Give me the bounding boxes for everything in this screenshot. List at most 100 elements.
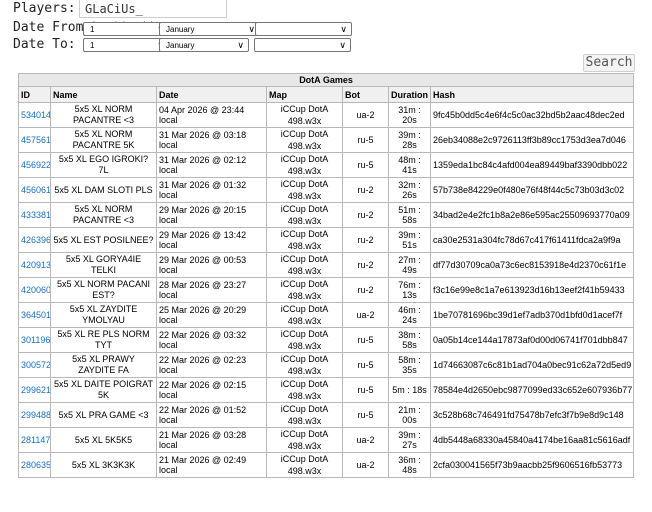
game-hash: 4db5448a68330a45840a4174be16aa81c5616adf (429, 427, 635, 453)
game-hash: 2cfa030041565f73b9aacbb25f9606516fb53773 (429, 452, 635, 478)
game-id-link[interactable]: 364501 (18, 302, 51, 328)
game-map: iCCup DotA 498.w3x (266, 177, 343, 203)
date-to-month-select[interactable]: January ∨ (159, 38, 249, 52)
game-duration: 39m : 28s (388, 127, 431, 153)
game-id-link[interactable]: 301196 (18, 327, 51, 353)
date-from-day-select[interactable]: 1 ∨ (83, 22, 169, 36)
game-id-link[interactable]: 299488 (18, 402, 51, 428)
game-map: iCCup DotA 498.w3x (266, 427, 343, 453)
game-date: 22 Mar 2026 @ 03:32 local (156, 327, 267, 353)
date-to-day-select[interactable]: 1 ∨ (83, 38, 169, 52)
game-id-link[interactable]: 420060 (18, 277, 51, 303)
game-map: iCCup DotA 498.w3x (266, 227, 343, 253)
game-hash: f3c16e99e8c1a7e613923d16b13eef2f41b59433 (429, 277, 635, 303)
table-row: 457561 5x5 XL NORM PACANTRE 5K 31 Mar 2026… (18, 127, 635, 153)
game-map: iCCup DotA 498.w3x (266, 277, 343, 303)
game-date: 25 Mar 2026 @ 20:29 local (156, 302, 267, 328)
game-bot: ru-5 (342, 377, 389, 403)
column-header-duration: Duration (388, 86, 431, 103)
game-map: iCCup DotA 498.w3x (266, 152, 343, 178)
game-name: 5x5 XL NORM PACANTRE <3 (50, 102, 157, 128)
game-date: 29 Mar 2026 @ 13:42 local (156, 227, 267, 253)
game-id-link[interactable]: 456061 (18, 177, 51, 203)
game-id-link[interactable]: 457561 (18, 127, 51, 153)
game-bot: ru-2 (342, 177, 389, 203)
game-bot: ru-2 (342, 277, 389, 303)
game-name: 5x5 XL EGO IGROKI? 7L (50, 152, 157, 178)
table-row: 420060 5x5 XL NORM PACANI EST? 28 Mar 2026… (18, 277, 635, 303)
date-from-label: Date From: (13, 20, 92, 35)
game-bot: ua-2 (342, 452, 389, 478)
game-bot: ru-5 (342, 152, 389, 178)
chevron-down-icon: ∨ (248, 24, 255, 34)
column-header-id: ID (18, 86, 51, 103)
date-from-month-value: January (166, 25, 195, 34)
date-to-label: Date To: (13, 37, 76, 52)
game-hash: 78584e4d2650ebc9877099ed33c652e607936b77 (429, 377, 635, 403)
date-from-year-select[interactable]: ∨ (255, 22, 352, 36)
game-date: 31 Mar 2026 @ 01:32 local (156, 177, 267, 203)
game-map: iCCup DotA 498.w3x (266, 102, 343, 128)
game-map: iCCup DotA 498.w3x (266, 327, 343, 353)
game-name: 5x5 XL DAM SLOTI PLS (50, 177, 157, 203)
game-hash: 9fc45b0dd5c4e6f4c5c0ac32bd5b2aac48dec2ed (429, 102, 635, 128)
game-name: 5x5 XL ZAYDITE YMOLYAU (50, 302, 157, 328)
date-from-month-select[interactable]: January ∨ (159, 22, 260, 36)
game-hash: df77d30709ca0a73c6ec8153918e4d2370c61f1e (429, 252, 635, 278)
game-map: iCCup DotA 498.w3x (266, 127, 343, 153)
table-caption: DotA Games (17, 73, 635, 87)
game-hash: ca30e2531a304fc78d67c417f61411fdca2a9f9a (429, 227, 635, 253)
game-bot: ua-2 (342, 102, 389, 128)
game-name: 5x5 XL 5K5K5 (50, 427, 157, 453)
game-duration: 31m : 20s (388, 102, 431, 128)
search-button[interactable]: Search (583, 54, 635, 72)
date-to-month-value: January (166, 41, 195, 50)
game-date: 22 Mar 2026 @ 02:15 local (156, 377, 267, 403)
table-row: 281147 5x5 XL 5K5K5 21 Mar 2026 @ 03:28 lo… (18, 427, 635, 453)
game-date: 21 Mar 2026 @ 03:28 local (156, 427, 267, 453)
game-hash: 1359eda1bc84c4afd004ea89449baf3390dbb022 (429, 152, 635, 178)
game-id-link[interactable]: 534014 (18, 102, 51, 128)
game-date: 31 Mar 2026 @ 03:18 local (156, 127, 267, 153)
game-name: 5x5 XL NORM PACANTRE <3 (50, 202, 157, 228)
date-to-year-select[interactable]: ∨ (254, 38, 351, 52)
game-hash: 26eb34088e2c9726113ff3b89cc1753d3ea7d046 (429, 127, 635, 153)
game-id-link[interactable]: 426396 (18, 227, 51, 253)
game-date: 31 Mar 2026 @ 02:12 local (156, 152, 267, 178)
game-duration: 38m : 58s (388, 327, 431, 353)
games-table: DotA Games ID Name Date Map Bot Duration… (17, 73, 635, 478)
column-header-name: Name (50, 86, 157, 103)
game-name: 5x5 XL RE PLS NORM TYT (50, 327, 157, 353)
game-id-link[interactable]: 280635 (18, 452, 51, 478)
chevron-down-icon: ∨ (237, 40, 244, 50)
game-name: 5x5 XL GORYA4IE TELKI (50, 252, 157, 278)
game-bot: ru-2 (342, 252, 389, 278)
column-header-date: Date (156, 86, 267, 103)
game-date: 22 Mar 2026 @ 02:23 local (156, 352, 267, 378)
game-bot: ru-5 (342, 352, 389, 378)
game-hash: 1d74663087c6c81b1ad704a0bec91c62a72d5ed9 (429, 352, 635, 378)
game-id-link[interactable]: 433381 (18, 202, 51, 228)
game-id-link[interactable]: 420913 (18, 252, 51, 278)
game-name: 5x5 XL PRA GAME <3 (50, 402, 157, 428)
table-row: 299621 5x5 XL DAITE POIGRAT 5K 22 Mar 2026… (18, 377, 635, 403)
game-id-link[interactable]: 281147 (18, 427, 51, 453)
game-id-link[interactable]: 456922 (18, 152, 51, 178)
game-date: 29 Mar 2026 @ 20:15 local (156, 202, 267, 228)
game-hash: 0a05b14ce144a17873af0d00d06741f701dbb847 (429, 327, 635, 353)
game-map: iCCup DotA 498.w3x (266, 252, 343, 278)
date-to-day-value: 1 (90, 41, 95, 50)
game-date: 29 Mar 2026 @ 00:53 local (156, 252, 267, 278)
game-id-link[interactable]: 299621 (18, 377, 51, 403)
game-map: iCCup DotA 498.w3x (266, 452, 343, 478)
players-input[interactable]: GLaCiUs_ ,bank)robber (79, 0, 227, 34)
game-duration: 27m : 49s (388, 252, 431, 278)
column-header-hash: Hash (429, 86, 635, 103)
game-hash: 34bad2e4e2fc1b8a2e86e595ac25509693770a09 (429, 202, 635, 228)
game-bot: ua-2 (342, 427, 389, 453)
column-header-bot: Bot (342, 86, 389, 103)
game-map: iCCup DotA 498.w3x (266, 352, 343, 378)
table-row: 534014 5x5 XL NORM PACANTRE <3 04 Apr 2026… (18, 102, 635, 128)
game-id-link[interactable]: 300572 (18, 352, 51, 378)
game-duration: 51m : 58s (388, 202, 431, 228)
